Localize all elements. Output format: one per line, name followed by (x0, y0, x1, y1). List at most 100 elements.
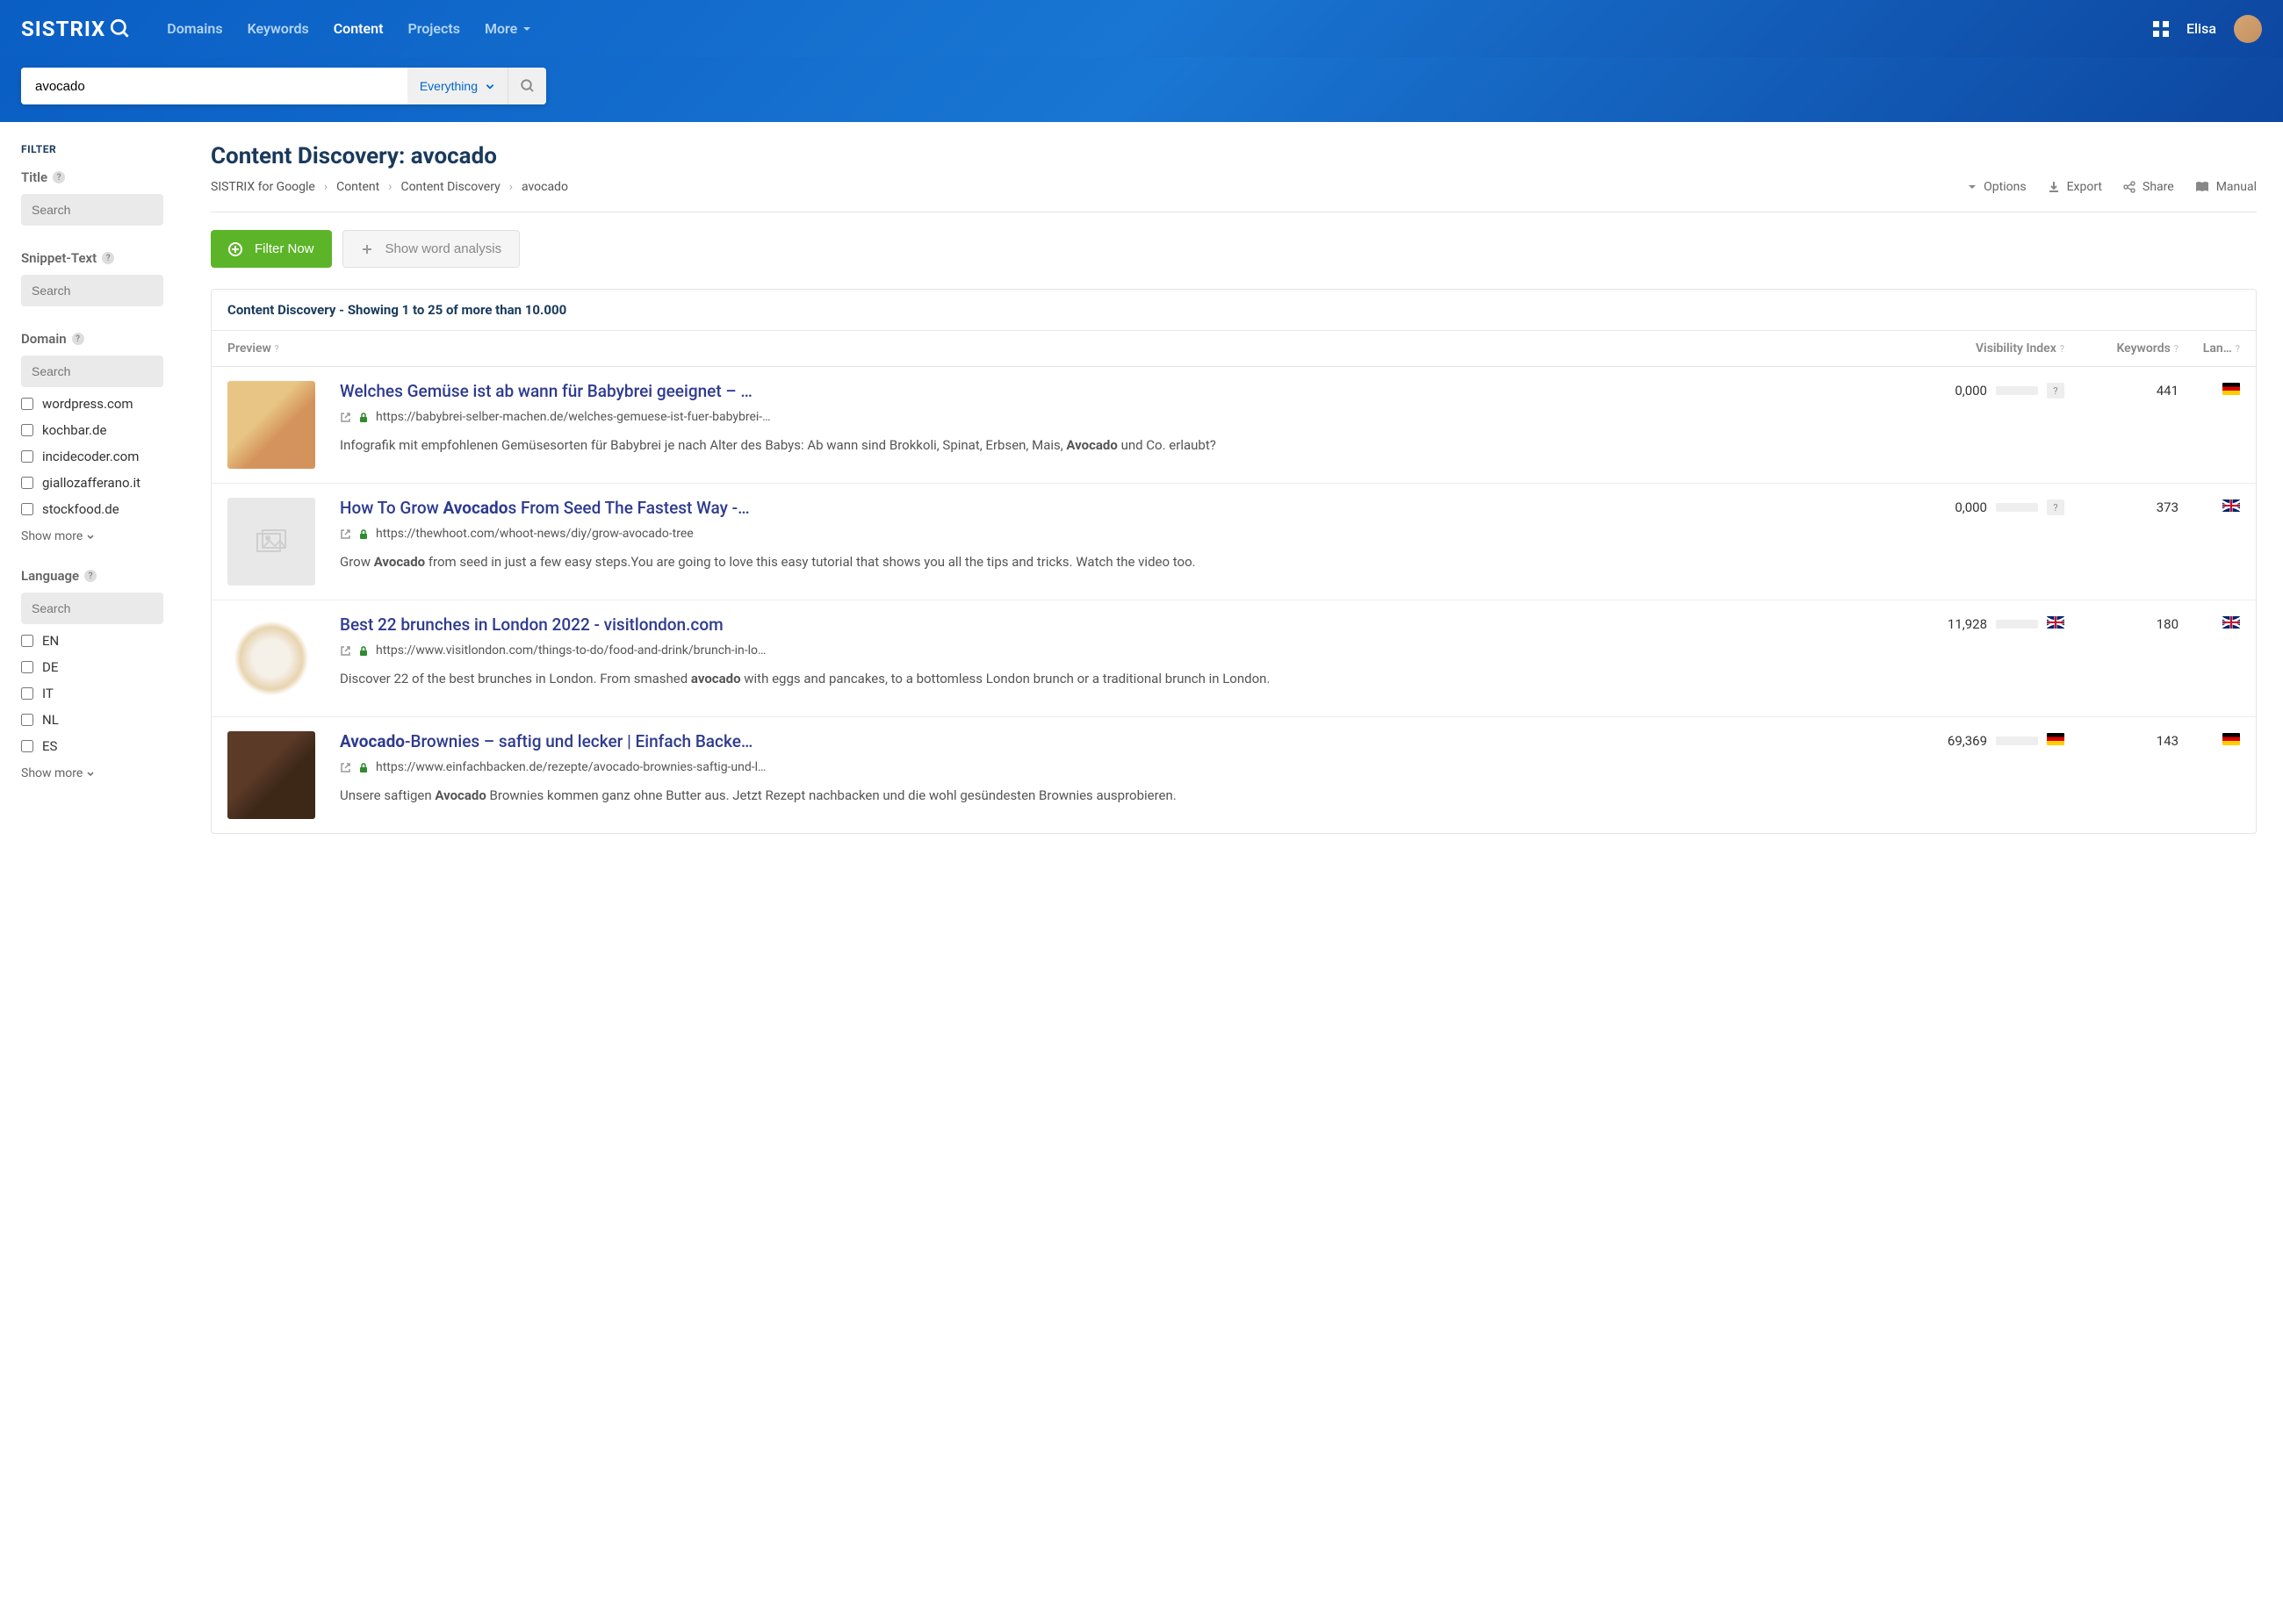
search-input[interactable] (21, 68, 407, 104)
help-icon[interactable]: ? (53, 171, 65, 183)
result-url[interactable]: https://www.visitlondon.com/things-to-do… (376, 643, 766, 658)
help-icon[interactable]: ? (102, 252, 114, 264)
checkbox[interactable] (21, 687, 33, 700)
help-icon[interactable]: ? (84, 570, 97, 582)
col-keywords[interactable]: Keywords ? (2064, 341, 2179, 356)
filter-domain-input[interactable] (21, 356, 163, 387)
chevron-down-icon (86, 532, 95, 541)
external-link-icon[interactable] (340, 762, 351, 773)
result-title[interactable]: How To Grow Avocados From Seed The Faste… (340, 498, 1871, 518)
vi-cell: 0,000? (1889, 383, 2064, 399)
options-action[interactable]: Options (1968, 180, 2026, 194)
keywords-value: 373 (2064, 499, 2179, 515)
breadcrumb-item[interactable]: Content (336, 180, 379, 194)
search-icon (109, 18, 132, 40)
col-visibility-index[interactable]: Visibility Index ? (1889, 341, 2064, 356)
domain-option[interactable]: giallozafferano.it (21, 470, 163, 496)
lang-flag (2179, 499, 2240, 515)
result-snippet: Infografik mit empfohlenen Gemüsesorten … (340, 435, 1871, 456)
lock-icon (358, 762, 369, 773)
language-option[interactable]: NL (21, 707, 163, 733)
language-option[interactable]: DE (21, 654, 163, 680)
vi-flag (2047, 733, 2064, 749)
language-show-more[interactable]: Show more (21, 766, 163, 780)
results-columns: Preview ? Visibility Index ? Keywords ? … (212, 331, 2256, 367)
search-filter-dropdown[interactable]: Everything (407, 68, 508, 104)
nav-projects[interactable]: Projects (407, 20, 460, 37)
vi-value: 0,000 (1955, 499, 1987, 515)
keywords-value: 180 (2064, 616, 2179, 632)
nav-content[interactable]: Content (334, 20, 384, 37)
checkbox[interactable] (21, 450, 33, 463)
avatar[interactable] (2234, 15, 2262, 43)
lock-icon (358, 645, 369, 657)
domain-option[interactable]: incidecoder.com (21, 443, 163, 470)
language-option[interactable]: ES (21, 733, 163, 759)
word-analysis-button[interactable]: Show word analysis (342, 230, 521, 268)
result-url[interactable]: https://www.einfachbacken.de/rezepte/avo… (376, 760, 766, 774)
checkbox[interactable] (21, 661, 33, 673)
header-right: Elisa (2153, 15, 2262, 43)
domain-show-more[interactable]: Show more (21, 529, 163, 543)
results-box: Content Discovery - Showing 1 to 25 of m… (211, 289, 2257, 834)
domain-option[interactable]: kochbar.de (21, 417, 163, 443)
filter-title-input[interactable] (21, 194, 163, 226)
nav-more[interactable]: More (485, 20, 531, 37)
plus-circle-icon (228, 242, 242, 256)
domain-option[interactable]: wordpress.com (21, 391, 163, 417)
keywords-value: 143 (2064, 733, 2179, 749)
help-icon[interactable]: ? (72, 333, 84, 345)
external-link-icon[interactable] (340, 412, 351, 423)
book-icon (2195, 181, 2209, 193)
plus-icon (361, 243, 373, 255)
checkbox[interactable] (21, 477, 33, 489)
page-title: Content Discovery: avocado (211, 143, 2257, 169)
keywords-value: 441 (2064, 383, 2179, 399)
filter-now-button[interactable]: Filter Now (211, 230, 332, 268)
vi-bar (1996, 503, 2038, 512)
filter-language-input[interactable] (21, 593, 163, 624)
result-title[interactable]: Welches Gemüse ist ab wann für Babybrei … (340, 381, 1871, 401)
results-header: Content Discovery - Showing 1 to 25 of m… (212, 290, 2256, 331)
result-url[interactable]: https://babybrei-selber-machen.de/welche… (376, 410, 771, 424)
checkbox[interactable] (21, 740, 33, 752)
result-title[interactable]: Avocado-Brownies – saftig und lecker | E… (340, 731, 1871, 751)
external-link-icon[interactable] (340, 645, 351, 657)
nav-keywords[interactable]: Keywords (248, 20, 309, 37)
search-button[interactable] (508, 68, 546, 104)
filter-snippet-input[interactable] (21, 275, 163, 306)
lang-flag (2179, 383, 2240, 399)
language-option[interactable]: EN (21, 628, 163, 654)
main-content: Content Discovery: avocado SISTRIX for G… (184, 122, 2283, 855)
result-url[interactable]: https://thewhoot.com/whoot-news/diy/grow… (376, 527, 694, 541)
result-url-row: https://babybrei-selber-machen.de/welche… (340, 410, 1871, 424)
checkbox[interactable] (21, 635, 33, 647)
export-action[interactable]: Export (2048, 180, 2102, 194)
share-action[interactable]: Share (2123, 180, 2174, 194)
language-option[interactable]: IT (21, 680, 163, 707)
vi-cell: 69,369 (1889, 733, 2064, 749)
result-title[interactable]: Best 22 brunches in London 2022 - visitl… (340, 614, 1871, 635)
manual-action[interactable]: Manual (2195, 180, 2257, 194)
searchbar: Everything (21, 68, 546, 104)
checkbox[interactable] (21, 398, 33, 410)
caret-down-icon (1968, 183, 1977, 191)
result-meta: 11,928180 (1889, 614, 2240, 702)
breadcrumb-item[interactable]: SISTRIX for Google (211, 180, 315, 194)
vi-cell: 11,928 (1889, 616, 2064, 632)
checkbox[interactable] (21, 714, 33, 726)
checkbox[interactable] (21, 503, 33, 515)
logo[interactable]: SISTRIX (21, 17, 132, 41)
user-name[interactable]: Elisa (2186, 20, 2216, 37)
result-meta: 69,369143 (1889, 731, 2240, 819)
apps-icon[interactable] (2153, 21, 2169, 37)
col-language[interactable]: Lan… ? (2179, 341, 2240, 356)
checkbox[interactable] (21, 424, 33, 436)
nav-domains[interactable]: Domains (167, 20, 222, 37)
filter-group-title: Title? (21, 169, 163, 226)
breadcrumb-item[interactable]: Content Discovery (400, 180, 500, 194)
domain-option[interactable]: stockfood.de (21, 496, 163, 522)
result-snippet: Grow Avocado from seed in just a few eas… (340, 551, 1871, 572)
col-preview[interactable]: Preview ? (227, 341, 1889, 356)
external-link-icon[interactable] (340, 528, 351, 540)
